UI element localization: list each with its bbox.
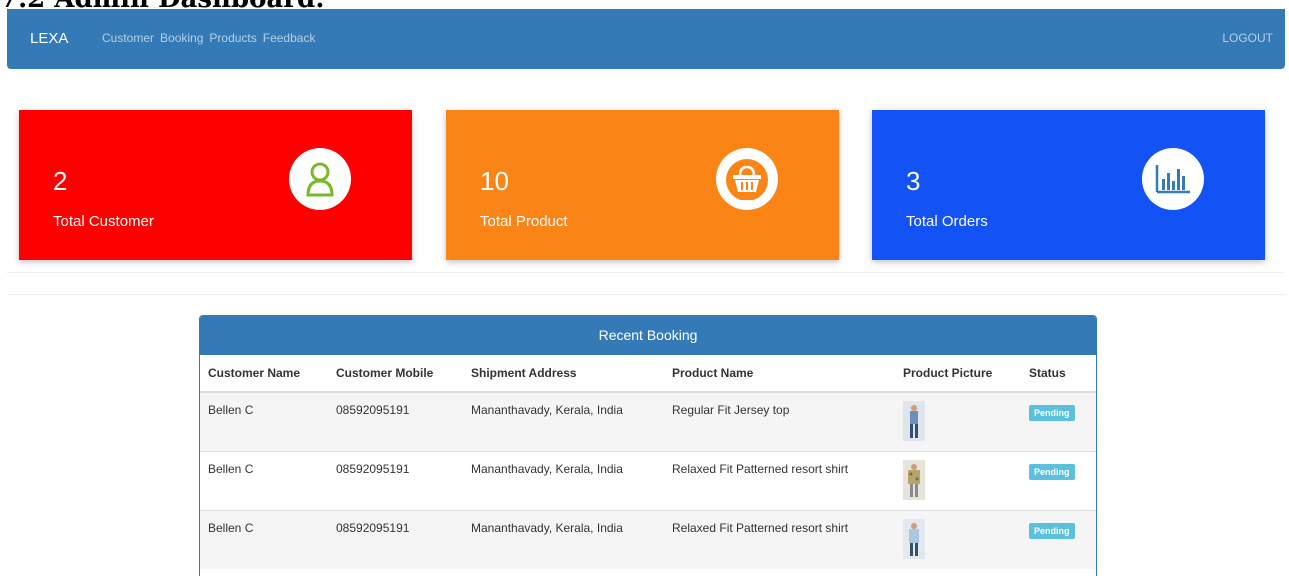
total-orders-card: 3 Total Orders — [872, 110, 1265, 260]
nav-links: Customer Booking Products Feedback — [102, 31, 315, 45]
product-thumbnail — [903, 519, 925, 559]
header-status: Status — [1021, 355, 1096, 393]
status-badge: Pending — [1029, 405, 1075, 421]
customer-name-cell: Bellen C — [208, 521, 254, 535]
logout-link[interactable]: LOGOUT — [1222, 31, 1273, 45]
header-shipment-address: Shipment Address — [463, 355, 664, 393]
header-customer-name: Customer Name — [200, 355, 328, 393]
total-product-value: 10 — [480, 166, 509, 196]
customer-name-cell: Bellen C — [208, 462, 254, 476]
nav-link-products[interactable]: Products — [209, 31, 256, 45]
total-product-card: 10 Total Product — [446, 110, 839, 260]
product-name-cell: Regular Fit Jersey top — [672, 403, 790, 417]
product-name-cell: Relaxed Fit Patterned resort shirt — [672, 462, 849, 476]
header-customer-mobile: Customer Mobile — [328, 355, 463, 393]
total-product-label: Total Product — [480, 213, 568, 230]
status-badge: Pending — [1029, 464, 1075, 480]
top-navbar: LEXA Customer Booking Products Feedback … — [7, 9, 1285, 69]
recent-booking-panel: Recent Booking Customer Name Customer Mo… — [199, 315, 1097, 576]
recent-booking-title: Recent Booking — [200, 316, 1096, 355]
user-icon — [289, 148, 351, 210]
nav-link-feedback[interactable]: Feedback — [263, 31, 316, 45]
shipment-address-cell: Mananthavady, Kerala, India — [471, 521, 623, 535]
header-product-picture: Product Picture — [895, 355, 1021, 393]
total-customer-card: 2 Total Customer — [19, 110, 412, 260]
header-product-name: Product Name — [664, 355, 895, 393]
customer-mobile-cell: 08592095191 — [336, 462, 410, 476]
customer-name-cell: Bellen C — [208, 403, 254, 417]
nav-link-customer[interactable]: Customer — [102, 31, 154, 45]
total-customer-value: 2 — [53, 166, 68, 196]
table-row: Bellen C 08592095191 Mananthavady, Keral… — [200, 451, 1096, 511]
shipment-address-cell: Mananthavady, Kerala, India — [471, 403, 623, 417]
brand-link[interactable]: LEXA — [30, 30, 68, 47]
section-divider — [7, 272, 1285, 273]
total-customer-label: Total Customer — [53, 213, 154, 230]
customer-mobile-cell: 08592095191 — [336, 403, 410, 417]
total-orders-value: 3 — [906, 166, 921, 196]
shipment-address-cell: Mananthavady, Kerala, India — [471, 462, 623, 476]
nav-link-booking[interactable]: Booking — [160, 31, 203, 45]
status-badge: Pending — [1029, 523, 1075, 539]
customer-mobile-cell: 08592095191 — [336, 521, 410, 535]
basket-icon — [716, 148, 778, 210]
recent-booking-table: Customer Name Customer Mobile Shipment A… — [200, 355, 1096, 569]
table-header-row: Customer Name Customer Mobile Shipment A… — [200, 355, 1096, 393]
total-orders-label: Total Orders — [906, 213, 988, 230]
product-thumbnail — [903, 401, 925, 441]
table-row: Bellen C 08592095191 Mananthavady, Keral… — [200, 510, 1096, 569]
bar-chart-icon — [1142, 148, 1204, 210]
section-divider — [7, 294, 1285, 295]
table-row: Bellen C 08592095191 Mananthavady, Keral… — [200, 391, 1096, 452]
product-name-cell: Relaxed Fit Patterned resort shirt — [672, 521, 849, 535]
product-thumbnail — [903, 460, 925, 500]
